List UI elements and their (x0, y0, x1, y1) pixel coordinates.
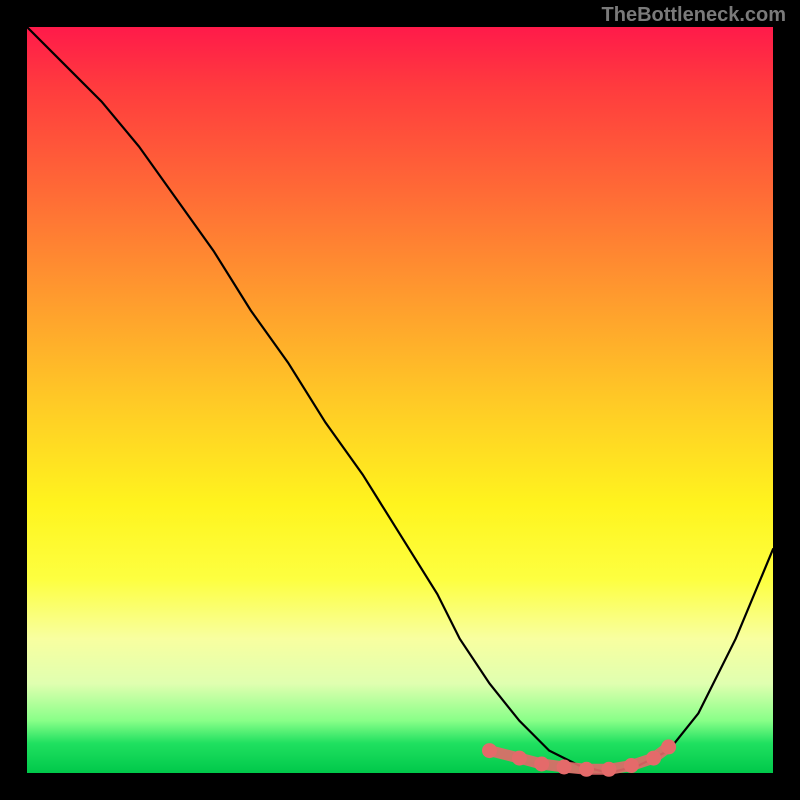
marker-dot (601, 762, 616, 777)
bottleneck-curve-line (27, 27, 773, 773)
marker-dot (646, 751, 661, 766)
bottleneck-chart (27, 27, 773, 773)
attribution-text: TheBottleneck.com (602, 4, 786, 27)
optimal-zone-markers (482, 739, 676, 776)
marker-dot (579, 762, 594, 777)
marker-dot (534, 757, 549, 772)
marker-dot (557, 760, 572, 775)
marker-dot (482, 743, 497, 758)
marker-dot (661, 739, 676, 754)
marker-dot (512, 751, 527, 766)
marker-dot (624, 758, 639, 773)
